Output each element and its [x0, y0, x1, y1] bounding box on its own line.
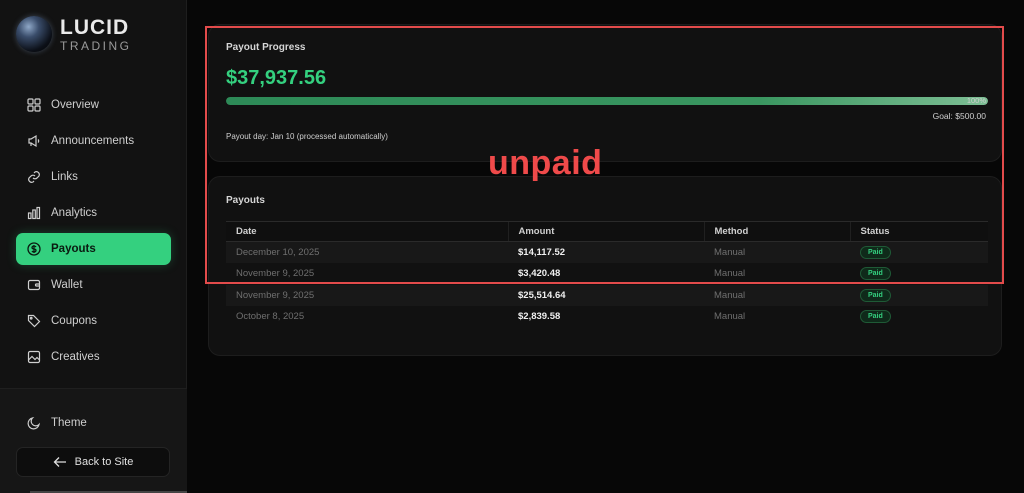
payout-date: November 9, 2025 [226, 284, 508, 306]
sidebar-item-links[interactable]: Links [16, 161, 171, 193]
sidebar: LUCID TRADING Overview Announcements Lin… [0, 0, 187, 493]
sidebar-item-overview[interactable]: Overview [16, 89, 171, 121]
annotation-highlight-box [205, 26, 1004, 284]
grid-icon [27, 98, 41, 112]
wallet-icon [27, 279, 41, 291]
status-badge: Paid [860, 288, 891, 302]
megaphone-icon [28, 134, 40, 148]
payout-amount: $2,839.58 [518, 311, 561, 323]
logo-orb-icon [16, 16, 52, 52]
sidebar-item-payouts[interactable]: Payouts [16, 233, 171, 265]
theme-label: Theme [51, 417, 87, 429]
sidebar-item-label: Links [51, 171, 78, 183]
brand-name: LUCID [60, 15, 130, 39]
dollar-circle-icon [27, 242, 41, 256]
payout-date: October 8, 2025 [236, 311, 305, 323]
moon-icon [27, 417, 40, 430]
payout-method: Manual [704, 284, 850, 306]
sidebar-nav: Overview Announcements Links Analytics P… [16, 89, 171, 377]
image-icon [27, 350, 41, 364]
table-row: October 8, 2025 $2,839.58 Manual Paid [226, 306, 988, 328]
sidebar-item-announcements[interactable]: Announcements [16, 125, 171, 157]
brand-subtitle: TRADING [60, 38, 132, 53]
sidebar-item-creatives[interactable]: Creatives [16, 341, 171, 373]
sidebar-item-wallet[interactable]: Wallet [16, 269, 171, 301]
sidebar-item-analytics[interactable]: Analytics [16, 197, 171, 229]
status-badge: Paid [860, 310, 891, 324]
sidebar-item-label: Overview [51, 99, 99, 111]
tag-icon [27, 314, 41, 328]
annotation-label: unpaid [488, 144, 603, 182]
sidebar-item-label: Payouts [51, 243, 96, 255]
sidebar-item-label: Analytics [51, 207, 98, 219]
sidebar-item-label: Announcements [51, 135, 135, 147]
arrow-left-icon [53, 457, 66, 467]
payout-amount: $25,514.64 [508, 284, 704, 306]
sidebar-item-label: Wallet [51, 279, 83, 291]
payout-method: Manual [714, 311, 746, 323]
sidebar-item-label: Creatives [51, 351, 100, 363]
link-icon [28, 171, 40, 183]
sidebar-item-coupons[interactable]: Coupons [16, 305, 171, 337]
bar-chart-icon [27, 206, 41, 220]
back-to-site-button[interactable]: Back to Site [16, 447, 170, 477]
table-row: November 9, 2025 $25,514.64 Manual Paid [226, 284, 988, 306]
sidebar-item-label: Coupons [51, 315, 98, 327]
sidebar-footer: Theme Back to Site [0, 388, 187, 493]
back-to-site-label: Back to Site [74, 456, 134, 468]
theme-toggle[interactable]: Theme [27, 416, 87, 430]
brand-logo[interactable]: LUCID TRADING [16, 16, 132, 52]
